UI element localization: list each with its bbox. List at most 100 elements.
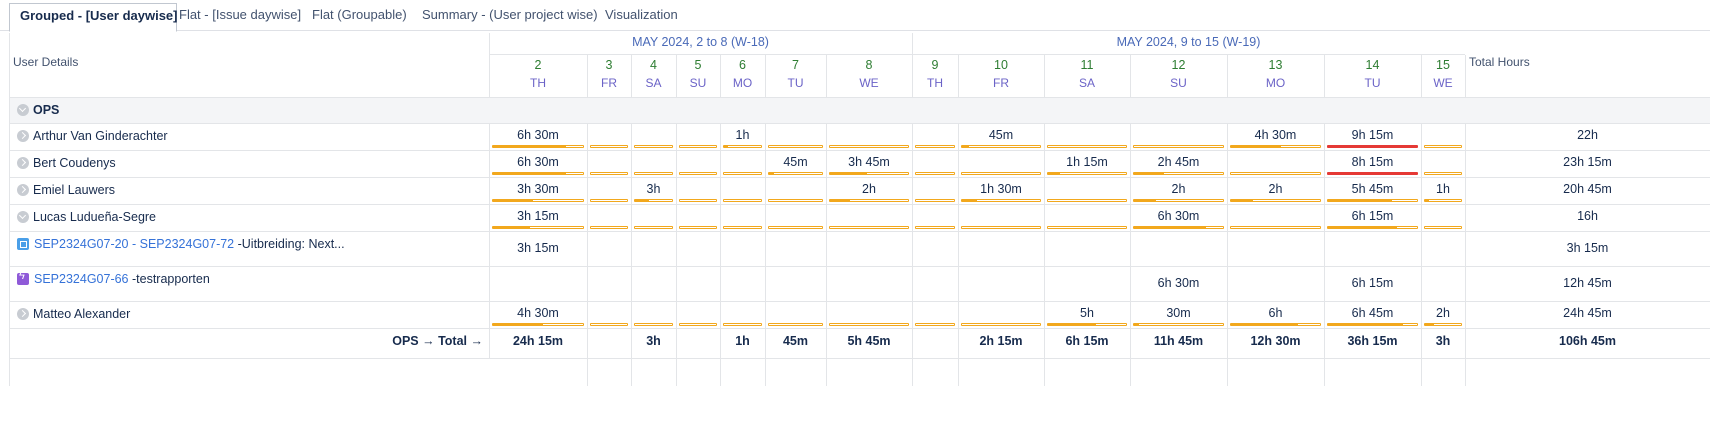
- capacity-bar: [590, 323, 628, 326]
- day-total: 1h: [735, 334, 750, 348]
- capacity-fill: [724, 146, 729, 147]
- hours-cell[interactable]: 8h 15m: [1324, 155, 1421, 169]
- tab-summary-user-project[interactable]: Summary - (User project wise): [422, 3, 598, 30]
- day-name: FR: [601, 76, 617, 90]
- user-row-label[interactable]: Arthur Van Ginderachter: [17, 129, 168, 143]
- capacity-fill: [493, 200, 533, 201]
- hours-cell[interactable]: 3h 45m: [826, 155, 912, 169]
- hours-cell[interactable]: 9h 15m: [1324, 128, 1421, 142]
- hours-cell[interactable]: 5h: [1044, 306, 1130, 320]
- tab-flat-issue-daywise[interactable]: Flat - [Issue daywise]: [179, 3, 301, 30]
- capacity-bar: [723, 323, 762, 326]
- row-divider: [9, 328, 1710, 329]
- week-header: MAY 2024, 9 to 15 (W-19): [1116, 35, 1261, 49]
- grid-divider: [9, 358, 1710, 359]
- hours-cell[interactable]: 1h 15m: [1044, 155, 1130, 169]
- capacity-bar: [1133, 226, 1224, 229]
- epic-icon: [17, 270, 29, 285]
- row-divider: [9, 301, 1710, 302]
- hours-cell[interactable]: 3h 15m: [489, 209, 587, 223]
- issue-link[interactable]: SEP2324G07-20: [34, 237, 129, 251]
- day-name: MO: [732, 76, 753, 90]
- capacity-bar: [1327, 145, 1418, 148]
- capacity-fill: [962, 146, 970, 147]
- capacity-bar: [723, 226, 762, 229]
- row-total: 16h: [1577, 209, 1598, 223]
- hours-cell[interactable]: 2h: [1421, 306, 1465, 320]
- expand-icon[interactable]: [17, 183, 29, 196]
- hours-cell[interactable]: 6h 15m: [1324, 276, 1421, 290]
- issue-row-label[interactable]: SEP2324G07-20 - SEP2324G07-72 -Uitbreidi…: [17, 237, 345, 251]
- week-header: MAY 2024, 2 to 8 (W-18): [632, 35, 769, 49]
- capacity-bar: [915, 226, 955, 229]
- capacity-bar: [829, 226, 909, 229]
- hours-cell[interactable]: 4h 30m: [1227, 128, 1324, 142]
- collapse-icon[interactable]: [17, 103, 29, 116]
- hours-cell[interactable]: 6h 45m: [1324, 306, 1421, 320]
- hours-cell[interactable]: 2h: [826, 182, 912, 196]
- row-total: 12h 45m: [1563, 276, 1612, 290]
- capacity-bar: [590, 199, 628, 202]
- capacity-bar: [723, 145, 762, 148]
- capacity-bar: [1230, 226, 1321, 229]
- issue-link[interactable]: SEP2324G07-72: [140, 237, 235, 251]
- expand-icon[interactable]: [17, 156, 29, 169]
- user-row-label[interactable]: Lucas Ludueña-Segre: [17, 210, 156, 224]
- hours-cell[interactable]: 1h 30m: [958, 182, 1044, 196]
- hours-cell[interactable]: 3h 30m: [489, 182, 587, 196]
- hours-cell[interactable]: 6h: [1227, 306, 1324, 320]
- capacity-bar: [1230, 172, 1321, 175]
- issue-row-label[interactable]: SEP2324G07-66 -testrapporten: [17, 270, 210, 286]
- hours-cell[interactable]: 6h 15m: [1324, 209, 1421, 223]
- tab-grouped-user-daywise[interactable]: Grouped - [User daywise]: [9, 3, 177, 32]
- day-total: 36h 15m: [1347, 334, 1398, 348]
- day-name: FR: [993, 76, 1009, 90]
- group-name: OPS: [33, 103, 60, 117]
- user-name: Lucas Ludueña-Segre: [33, 210, 157, 224]
- tab-visualization[interactable]: Visualization: [605, 3, 678, 30]
- hours-cell[interactable]: 6h 30m: [1130, 209, 1227, 223]
- user-name: Matteo Alexander: [33, 307, 131, 321]
- capacity-bar: [768, 199, 823, 202]
- tab-flat-groupable[interactable]: Flat (Groupable): [312, 3, 407, 30]
- expand-icon[interactable]: [17, 210, 29, 223]
- day-total: 24h 15m: [512, 334, 564, 348]
- hours-cell[interactable]: 1h: [720, 128, 765, 142]
- capacity-bar: [1327, 199, 1418, 202]
- capacity-bar: [961, 199, 1041, 202]
- day-number: 11: [1080, 58, 1094, 72]
- hours-cell[interactable]: 2h 45m: [1130, 155, 1227, 169]
- hours-cell[interactable]: 6h 30m: [489, 155, 587, 169]
- hours-cell[interactable]: 5h 45m: [1324, 182, 1421, 196]
- hours-cell[interactable]: 45m: [958, 128, 1044, 142]
- user-row-label[interactable]: Emiel Lauwers: [17, 183, 115, 197]
- hours-cell[interactable]: 30m: [1130, 306, 1227, 320]
- user-row-label[interactable]: Bert Coudenys: [17, 156, 116, 170]
- hours-cell[interactable]: 2h: [1130, 182, 1227, 196]
- issue-summary: -Uitbreiding: Next...: [234, 237, 345, 251]
- capacity-fill: [1048, 173, 1061, 174]
- hours-cell[interactable]: 4h 30m: [489, 306, 587, 320]
- capacity-bar: [679, 172, 717, 175]
- capacity-fill: [1134, 200, 1157, 201]
- hours-cell[interactable]: 3h: [631, 182, 676, 196]
- issue-link[interactable]: SEP2324G07-66: [34, 272, 129, 286]
- day-number: 12: [1171, 58, 1186, 72]
- day-total: 5h 45m: [847, 334, 891, 348]
- day-name: SU: [1170, 76, 1187, 90]
- hours-cell[interactable]: 6h 30m: [489, 128, 587, 142]
- hours-cell[interactable]: 1h: [1421, 182, 1465, 196]
- hours-cell[interactable]: 3h 15m: [489, 241, 587, 255]
- expand-icon[interactable]: [17, 129, 29, 142]
- capacity-bar: [492, 172, 584, 175]
- expand-icon[interactable]: [17, 307, 29, 320]
- group-label[interactable]: OPS: [17, 103, 59, 117]
- hours-cell[interactable]: 2h: [1227, 182, 1324, 196]
- capacity-bar: [915, 145, 955, 148]
- row-divider: [9, 150, 1710, 151]
- user-row-label[interactable]: Matteo Alexander: [17, 307, 130, 321]
- hours-cell[interactable]: 6h 30m: [1130, 276, 1227, 290]
- capacity-bar: [829, 199, 909, 202]
- hours-cell[interactable]: 45m: [765, 155, 826, 169]
- day-total: 3h: [1435, 334, 1451, 348]
